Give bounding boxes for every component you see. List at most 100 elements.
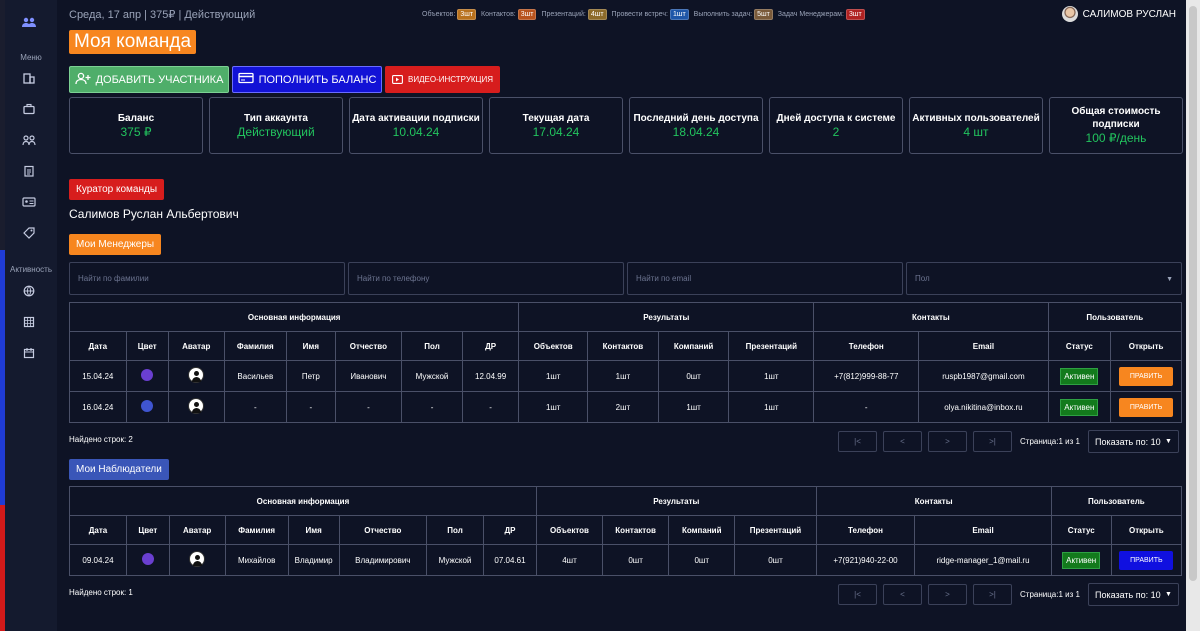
companies-cell: 0шт	[668, 544, 736, 576]
page-info: Страница:1 из 1	[1020, 590, 1080, 599]
edit-button[interactable]: ПРАВИТЬ	[1119, 397, 1174, 417]
column-header: Контактов	[587, 331, 659, 361]
video-instruction-button[interactable]: ВИДЕО-ИНСТРУКЦИЯ	[385, 66, 500, 93]
tag-icon[interactable]	[21, 227, 37, 243]
surname-cell: Михайлов	[224, 544, 289, 576]
last-page-button[interactable]: >|	[973, 431, 1012, 452]
column-header: Пол	[426, 515, 485, 545]
objects-cell: 1шт	[518, 391, 589, 423]
column-header: Email	[918, 331, 1049, 361]
edit-button[interactable]: ПРАВИТЬ	[1119, 366, 1174, 386]
column-header: ДР	[461, 331, 520, 361]
scrollbar-thumb[interactable]	[1189, 6, 1197, 581]
prev-page-button[interactable]: <	[883, 584, 922, 605]
video-instruction-label: ВИДЕО-ИНСТРУКЦИЯ	[408, 75, 493, 84]
sidebar-menu-label: Меню	[20, 53, 42, 62]
next-page-button[interactable]: >	[928, 431, 967, 452]
column-header: Дата	[69, 515, 127, 545]
status-cell: Активен	[1050, 544, 1112, 576]
stat-badge: 3шт	[457, 9, 477, 20]
gender-cell: -	[401, 391, 463, 423]
card-value: 4 шт	[963, 124, 989, 139]
clipboard-icon[interactable]	[21, 165, 37, 181]
users-icon[interactable]	[21, 134, 37, 150]
email-search-input[interactable]: Найти по email	[627, 262, 903, 295]
stat-label: Провести встреч:	[611, 11, 668, 18]
page-size-select[interactable]: Показать по: 10 ▼	[1087, 430, 1179, 453]
briefcase-icon[interactable]	[21, 103, 37, 119]
status-badge: Активен	[1060, 398, 1099, 416]
phone-cell: +7(812)999-88-77	[813, 360, 920, 392]
top-up-balance-label: ПОПОЛНИТЬ БАЛАНС	[258, 73, 377, 86]
edit-button[interactable]: ПРАВИТЬ	[1119, 550, 1174, 570]
last-page-button[interactable]: >|	[973, 584, 1012, 605]
gender-select-value: Пол	[915, 274, 930, 283]
date-cell: 09.04.24	[69, 544, 127, 576]
gender-cell: Мужской	[426, 544, 485, 576]
page-size-select[interactable]: Показать по: 10 ▼	[1087, 583, 1179, 606]
date-cell: 15.04.24	[69, 360, 127, 392]
gender-cell: Мужской	[401, 360, 463, 392]
add-member-button[interactable]: ДОБАВИТЬ УЧАСТНИКА	[69, 66, 229, 93]
credit-card-icon	[237, 72, 254, 87]
managers-pagination: |< < > >| Страница:1 из 1 Показать по: 1…	[838, 430, 1179, 453]
page-title: Моя команда	[69, 30, 197, 54]
user-avatar-icon	[188, 398, 205, 414]
column-group-header: Контакты	[815, 486, 1052, 516]
curator-name: Салимов Руслан Альбертович	[69, 207, 239, 221]
column-header: Телефон	[815, 515, 916, 545]
card-title: Последний день доступа	[633, 112, 759, 124]
column-header: Email	[914, 515, 1052, 545]
status-badge: Активен	[1060, 367, 1099, 385]
team-icon[interactable]	[21, 16, 37, 32]
status-cell: Активен	[1047, 391, 1112, 423]
sidebar: Меню Активность	[5, 0, 57, 631]
phone-search-input[interactable]: Найти по телефону	[348, 262, 624, 295]
grid-icon[interactable]	[21, 316, 37, 332]
birthday-cell: -	[461, 391, 520, 423]
phone-cell: -	[813, 391, 920, 423]
card-title: Дата активации подписки	[352, 112, 480, 124]
next-page-button[interactable]: >	[928, 584, 967, 605]
name-cell: Петр	[286, 360, 336, 392]
surname-cell: -	[223, 391, 288, 423]
card-title: Баланс	[117, 112, 155, 124]
email-cell: olya.nikitina@inbox.ru	[918, 391, 1049, 423]
calendar-icon[interactable]	[21, 347, 37, 363]
user-menu[interactable]: САЛИМОВ РУСЛАН	[1061, 6, 1176, 22]
stat-label: Презентаций:	[541, 11, 586, 18]
first-page-button[interactable]: |<	[838, 584, 877, 605]
observers-table: Основная информация Результаты Контакты Пол…	[69, 486, 1183, 576]
companies-cell: 1шт	[657, 391, 730, 423]
curator-label: Куратор команды	[69, 179, 165, 200]
column-header: Отчество	[334, 331, 403, 361]
first-page-button[interactable]: |<	[838, 431, 877, 452]
card-value: 10.04.24	[392, 124, 440, 139]
globe-icon[interactable]	[21, 285, 37, 301]
birthday-cell: 07.04.61	[483, 544, 537, 576]
column-header: Контактов	[602, 515, 670, 545]
table-row: 09.04.24 Михайлов Владимир Владимирович Мужс…	[69, 544, 1183, 576]
table-row: 16.04.24- - - - -1шт 2шт 1шт 1шт - olya.nikitina@…	[69, 391, 1182, 423]
email-cell: ruspb1987@gmail.com	[918, 360, 1049, 392]
surname-search-input[interactable]: Найти по фамилии	[69, 262, 345, 295]
page-scrollbar[interactable]	[1186, 0, 1200, 631]
patronymic-cell: -	[334, 391, 403, 423]
summary-card: Дней доступа к системе 2	[769, 97, 903, 154]
stat-label: Объектов:	[422, 11, 456, 18]
column-header: Статус	[1050, 515, 1112, 545]
patronymic-cell: Владимирович	[338, 544, 428, 576]
birthday-cell: 12.04.99	[461, 360, 520, 392]
date-balance-status: Среда, 17 апр | 375₽ | Действующий	[69, 9, 256, 21]
id-card-icon[interactable]	[21, 196, 37, 212]
prev-page-button[interactable]: <	[883, 431, 922, 452]
contacts-cell: 0шт	[602, 544, 670, 576]
gender-select[interactable]: Пол ▼	[906, 262, 1182, 295]
building-icon[interactable]	[21, 72, 37, 88]
stat-badge: 4шт	[587, 9, 607, 20]
play-icon	[392, 73, 403, 87]
avatar-cell	[168, 544, 226, 576]
top-up-balance-button[interactable]: ПОПОЛНИТЬ БАЛАНС	[232, 66, 382, 93]
stat-badge: 5шт	[754, 9, 773, 20]
add-user-icon	[74, 72, 91, 88]
